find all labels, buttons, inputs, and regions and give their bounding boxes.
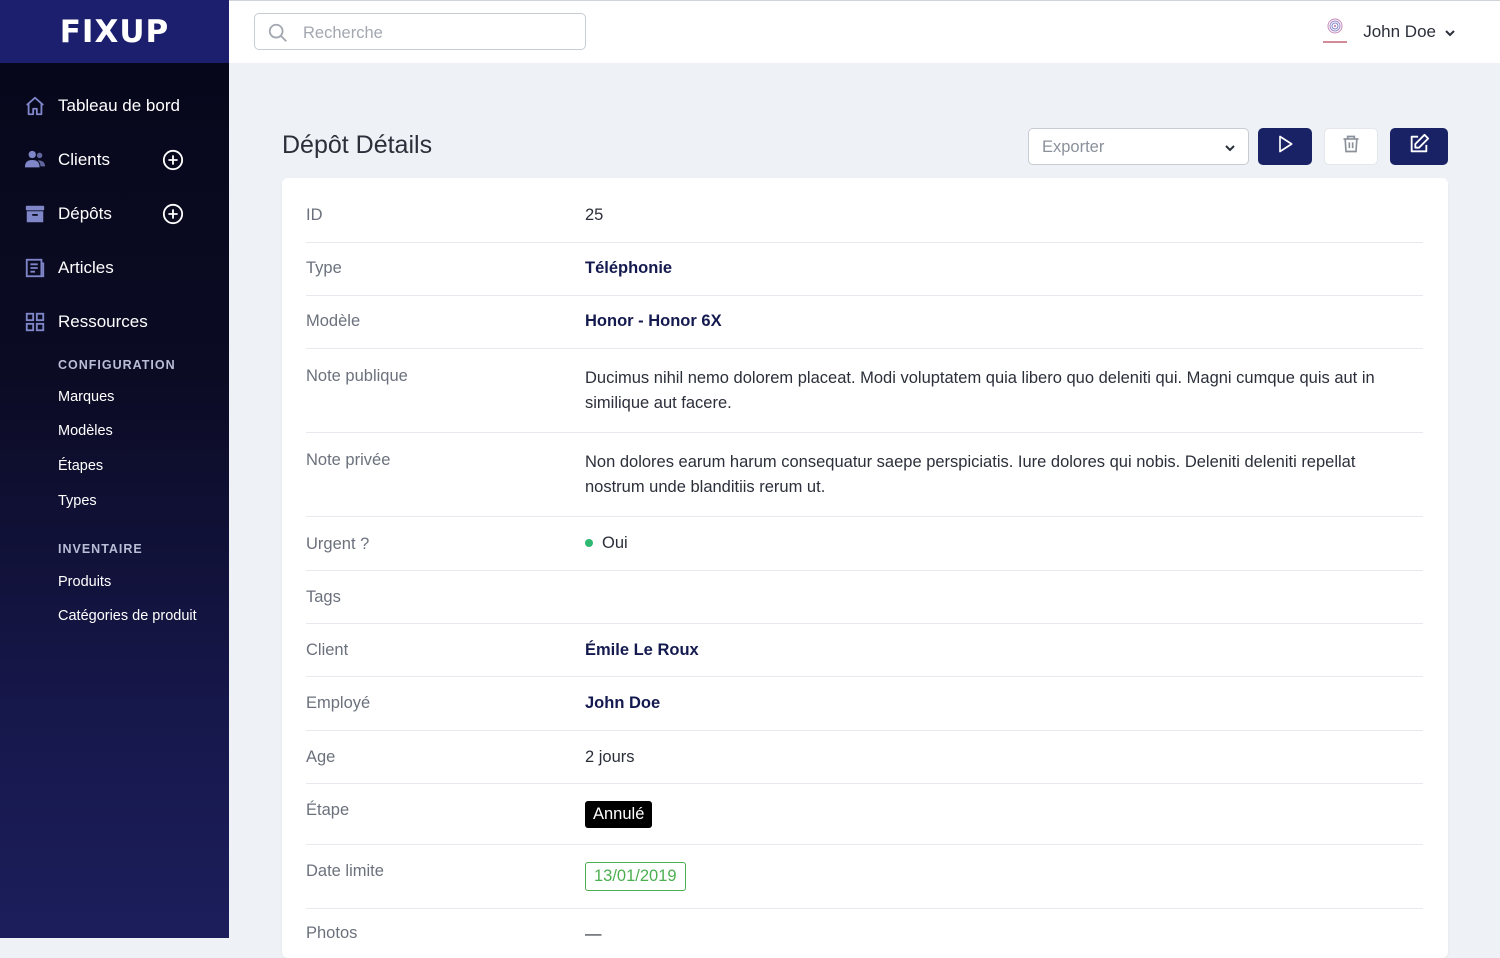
sidebar-subitem-types[interactable]: Types <box>58 493 97 509</box>
detail-row-model: Modèle Honor - Honor 6X <box>306 296 1423 349</box>
detail-value-link[interactable]: John Doe <box>585 691 1405 716</box>
status-dot <box>585 538 593 547</box>
sidebar-item-label: Dépôts <box>58 204 112 223</box>
detail-value: 2 jours <box>585 748 635 766</box>
detail-label: Note publique <box>306 367 408 385</box>
detail-label: Tags <box>306 588 341 606</box>
detail-row-id: ID 25 <box>306 178 1423 243</box>
newspaper-icon <box>24 257 46 279</box>
detail-value: 25 <box>585 206 604 224</box>
edit-icon <box>1408 133 1430 160</box>
detail-row-client: Client Émile Le Roux <box>306 624 1423 677</box>
detail-value: — <box>585 925 602 943</box>
topbar: John Doe <box>229 0 1500 63</box>
grid-icon <box>24 311 46 333</box>
search-input[interactable] <box>301 20 575 46</box>
sidebar-subitem-categories[interactable]: Catégories de produit <box>58 608 197 624</box>
search-icon <box>267 22 289 44</box>
date-badge: 13/01/2019 <box>585 862 686 891</box>
logo[interactable]: FIXUP <box>60 14 170 50</box>
section-title-configuration: CONFIGURATION <box>58 358 176 372</box>
chevron-down-icon <box>1224 141 1236 153</box>
detail-label: Age <box>306 748 336 766</box>
sidebar-item-depots[interactable]: Dépôts <box>0 187 229 241</box>
detail-row-private-note: Note privée Non dolores earum harum cons… <box>306 433 1423 517</box>
delete-button[interactable] <box>1324 128 1378 165</box>
edit-button[interactable] <box>1390 128 1448 165</box>
export-select[interactable]: Exporter <box>1028 128 1249 165</box>
detail-label: Urgent ? <box>306 535 370 553</box>
detail-row-public-note: Note publique Ducimus nihil nemo dolorem… <box>306 349 1423 433</box>
add-depot-icon[interactable] <box>162 203 184 225</box>
sidebar-item-label: Clients <box>58 150 110 169</box>
sidebar-item-label: Tableau de bord <box>58 96 180 115</box>
play-icon <box>1275 134 1295 159</box>
status-badge: Annulé <box>585 801 653 828</box>
detail-label: Type <box>306 259 342 277</box>
detail-label: Photos <box>306 924 358 942</box>
detail-label: Client <box>306 641 349 659</box>
trash-icon <box>1341 134 1361 159</box>
sidebar-subitem-etapes[interactable]: Étapes <box>58 458 103 474</box>
detail-row-photos: Photos — <box>306 909 1423 958</box>
detail-value-link[interactable]: Téléphonie <box>585 256 1405 281</box>
detail-row-tags: Tags <box>306 571 1423 624</box>
user-menu[interactable]: John Doe <box>1319 15 1456 49</box>
detail-value: 13/01/2019 <box>585 862 1405 891</box>
page-title: Dépôt Détails <box>282 131 433 159</box>
detail-row-urgent: Urgent ? Oui <box>306 517 1423 571</box>
sidebar-subitem-modeles[interactable]: Modèles <box>58 423 113 439</box>
sidebar-subitem-produits[interactable]: Produits <box>58 574 111 590</box>
users-icon <box>24 149 46 171</box>
user-name: John Doe <box>1363 22 1436 41</box>
sidebar-subitem-marques[interactable]: Marques <box>58 389 114 405</box>
detail-value: Annulé <box>585 801 1405 828</box>
detail-row-employee: Employé John Doe <box>306 677 1423 731</box>
export-select-value: Exporter <box>1042 138 1105 156</box>
detail-label: Étape <box>306 801 350 819</box>
chevron-down-icon <box>1444 26 1456 38</box>
detail-row-age: Age 2 jours <box>306 731 1423 784</box>
add-client-icon[interactable] <box>162 149 184 171</box>
detail-label: Employé <box>306 694 371 712</box>
sidebar-item-dashboard[interactable]: Tableau de bord <box>0 79 229 133</box>
detail-value: Non dolores earum harum consequatur saep… <box>585 453 1356 496</box>
sidebar-item-articles[interactable]: Articles <box>0 241 229 295</box>
sidebar-item-label: Ressources <box>58 312 148 331</box>
detail-label: Modèle <box>306 312 361 330</box>
detail-row-deadline: Date limite 13/01/2019 <box>306 845 1423 909</box>
logo-bar: FIXUP <box>0 0 229 63</box>
sidebar-item-clients[interactable]: Clients <box>0 133 229 187</box>
sidebar-item-resources[interactable]: Ressources <box>0 295 229 349</box>
detail-label: ID <box>306 206 323 224</box>
home-icon <box>24 95 46 117</box>
detail-value-link[interactable]: Honor - Honor 6X <box>585 309 1405 334</box>
detail-row-type: Type Téléphonie <box>306 243 1423 296</box>
detail-value: Ducimus nihil nemo dolorem placeat. Modi… <box>585 369 1375 412</box>
run-button[interactable] <box>1258 128 1312 165</box>
detail-label: Date limite <box>306 862 384 880</box>
detail-value: Oui <box>585 531 1405 556</box>
detail-row-step: Étape Annulé <box>306 784 1423 845</box>
details-card: ID 25 Type Téléphonie Modèle Honor - Hon… <box>282 178 1448 958</box>
sidebar: FIXUP Tableau de bord Clients Dépôts Art… <box>0 0 229 938</box>
section-title-inventaire: INVENTAIRE <box>58 542 143 556</box>
detail-label: Note privée <box>306 451 391 469</box>
sidebar-nav: Tableau de bord Clients Dépôts Articles … <box>0 79 229 349</box>
sidebar-item-label: Articles <box>58 258 114 277</box>
urgent-value: Oui <box>602 534 628 552</box>
search-box[interactable] <box>254 13 586 50</box>
avatar <box>1319 16 1351 48</box>
detail-value-link[interactable]: Émile Le Roux <box>585 638 1405 663</box>
archive-icon <box>24 203 46 225</box>
